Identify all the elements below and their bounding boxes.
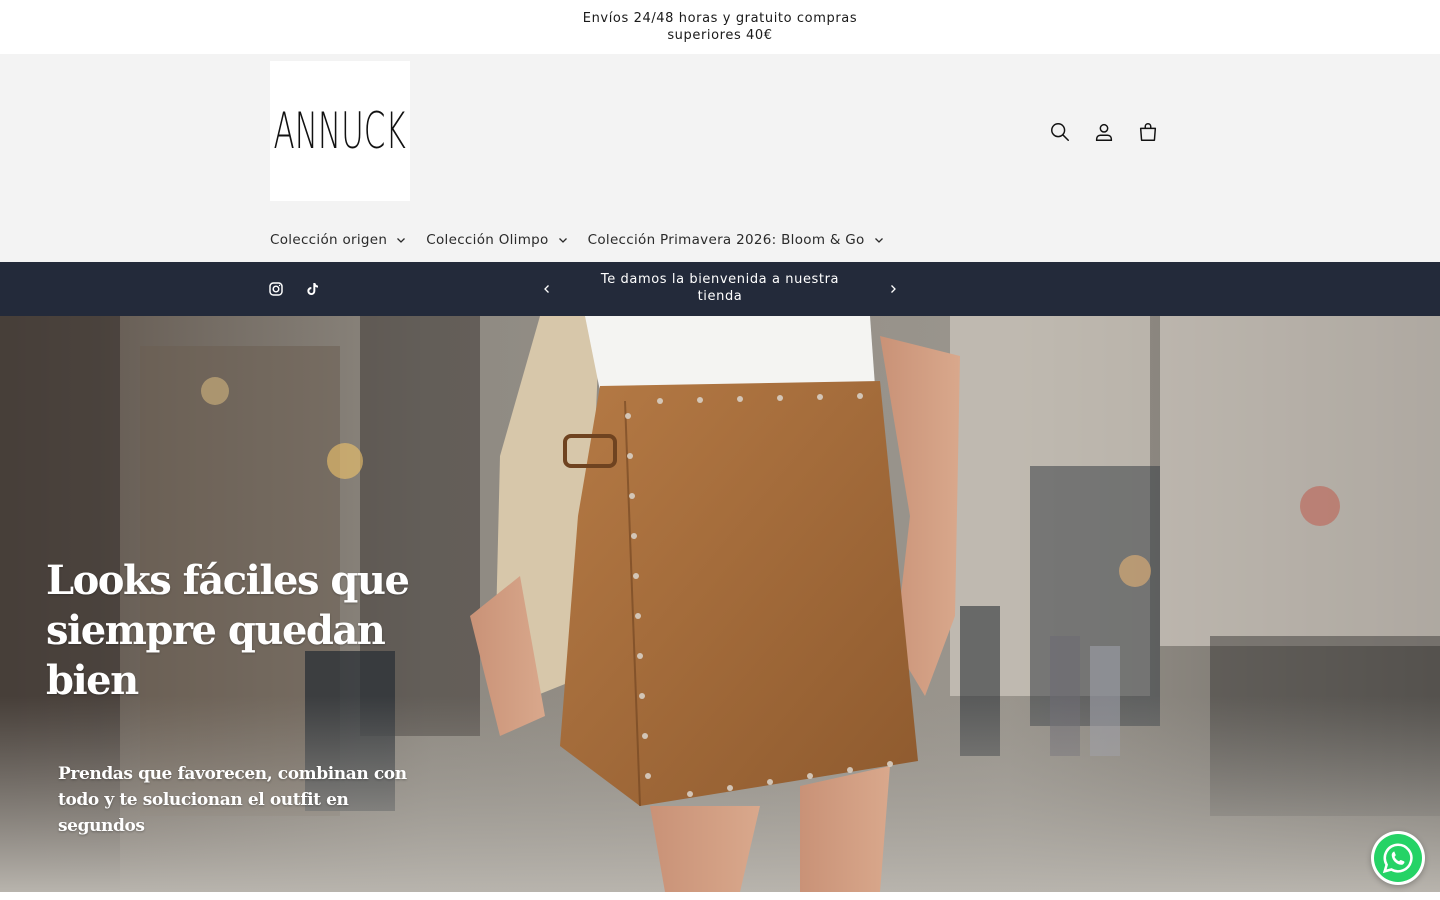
whatsapp-chat-button[interactable] — [1371, 831, 1425, 885]
nav-item-coleccion-origen[interactable]: Colección origen — [270, 222, 406, 258]
social-links — [266, 279, 322, 299]
logo-text: ANNUCK — [273, 102, 407, 160]
search-icon — [1051, 123, 1069, 141]
account-button[interactable] — [1090, 118, 1118, 146]
search-button[interactable] — [1046, 118, 1074, 146]
chevron-left-icon — [544, 285, 549, 293]
chevron-down-icon — [397, 238, 406, 243]
chevron-down-icon — [874, 238, 883, 243]
hero-subtitle: Prendas que favorecen, combinan con todo… — [58, 764, 407, 836]
hero-title: Looks fáciles que siempre quedan bien — [46, 557, 410, 704]
hero-banner[interactable]: Looks fáciles que siempre quedan bien Pr… — [0, 316, 1440, 892]
tiktok-link[interactable] — [302, 279, 322, 299]
nav-item-label: Colección Primavera 2026: Bloom & Go — [587, 232, 865, 248]
chevron-right-icon — [891, 285, 896, 293]
nav-item-coleccion-olimpo[interactable]: Colección Olimpo — [426, 222, 567, 258]
nav-item-coleccion-primavera[interactable]: Colección Primavera 2026: Bloom & Go — [588, 222, 884, 258]
nav-item-label: Colección origen — [270, 232, 388, 248]
announcement-prev-button[interactable] — [539, 281, 555, 297]
social-announcement-bar: Te damos la bienvenida a nuestra tienda — [0, 262, 1440, 316]
main-nav: Colección origen Colección Olimpo Colecc… — [270, 222, 904, 258]
nav-item-label: Colección Olimpo — [426, 232, 549, 248]
chevron-down-icon — [558, 238, 567, 243]
announcement-text: Envíos 24/48 horas y gratuito compras su… — [582, 11, 858, 43]
header-icons — [1046, 118, 1162, 146]
announcement-bar: Envíos 24/48 horas y gratuito compras su… — [0, 0, 1440, 54]
whatsapp-icon — [1382, 843, 1413, 874]
account-icon — [1095, 123, 1113, 141]
instagram-link[interactable] — [266, 279, 286, 299]
cart-button[interactable] — [1134, 118, 1162, 146]
announcement-message: Te damos la bienvenida a nuestra tienda — [600, 272, 840, 304]
cart-icon — [1139, 123, 1157, 141]
store-logo[interactable]: ANNUCK — [270, 61, 410, 201]
tiktok-icon — [307, 283, 318, 295]
announcement-next-button[interactable] — [885, 281, 901, 297]
instagram-icon — [269, 282, 283, 296]
site-header: ANNUCK Colección origen Colección Olimpo… — [0, 54, 1440, 262]
whatsapp-badge — [1374, 834, 1422, 882]
